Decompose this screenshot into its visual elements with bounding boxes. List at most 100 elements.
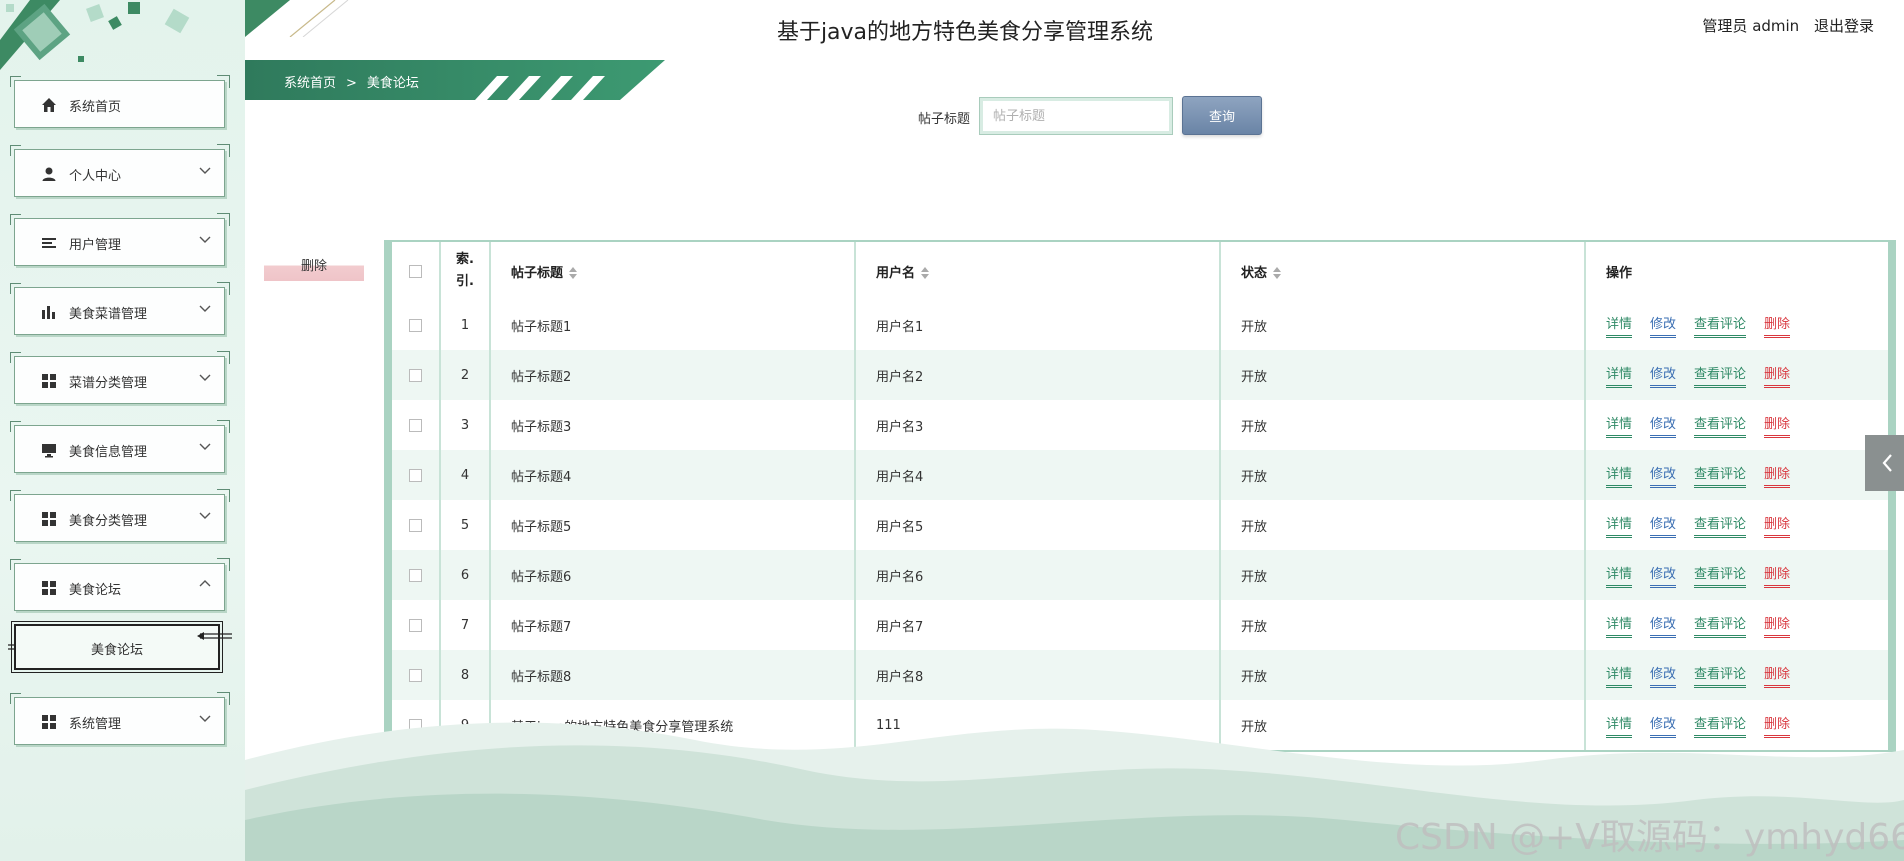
- row-status: 开放: [1220, 350, 1586, 400]
- view-comments-link[interactable]: 查看评论: [1694, 613, 1747, 638]
- sidebar-item-food-info-management[interactable]: 美食信息管理: [10, 420, 230, 473]
- edit-link[interactable]: 修改: [1650, 413, 1677, 438]
- delete-link[interactable]: 删除: [1764, 663, 1791, 688]
- sort-icon[interactable]: [921, 267, 930, 279]
- delete-link[interactable]: 删除: [1764, 313, 1791, 338]
- row-index: 4: [440, 450, 491, 500]
- sidebar-item-system-management[interactable]: 系统管理: [10, 692, 230, 745]
- edit-link[interactable]: 修改: [1650, 563, 1677, 588]
- detail-link[interactable]: 详情: [1606, 413, 1633, 438]
- row-title: 帖子标题8: [490, 650, 856, 700]
- row-username: 用户名7: [855, 600, 1221, 650]
- row-checkbox[interactable]: [409, 418, 422, 432]
- row-select-cell: [392, 450, 441, 500]
- chevron-down-icon: [199, 374, 211, 381]
- detail-link[interactable]: 详情: [1606, 463, 1633, 488]
- row-title: 帖子标题2: [490, 350, 856, 400]
- sidebar-item-home[interactable]: 系统首页: [10, 75, 230, 128]
- sidebar-item-label: 系统首页: [69, 100, 122, 115]
- edit-link[interactable]: 修改: [1650, 463, 1677, 488]
- row-username: 用户名8: [855, 650, 1221, 700]
- select-all-checkbox[interactable]: [409, 264, 422, 278]
- column-header-status[interactable]: 状态: [1220, 242, 1586, 300]
- view-comments-link[interactable]: 查看评论: [1694, 663, 1747, 688]
- delete-link[interactable]: 删除: [1764, 413, 1791, 438]
- table-row: 4 帖子标题4 用户名4 开放 详情 修改 查看评论 删除: [392, 450, 1888, 500]
- arrow-left-icon: [197, 632, 232, 640]
- edit-link[interactable]: 修改: [1650, 613, 1677, 638]
- column-header-username[interactable]: 用户名: [855, 242, 1221, 300]
- row-checkbox[interactable]: [409, 518, 422, 532]
- view-comments-link[interactable]: 查看评论: [1694, 513, 1747, 538]
- row-status: 开放: [1220, 650, 1586, 700]
- detail-link[interactable]: 详情: [1606, 663, 1633, 688]
- edit-link[interactable]: 修改: [1650, 313, 1677, 338]
- row-index: 6: [440, 550, 491, 600]
- row-select-cell: [392, 600, 441, 650]
- edit-link[interactable]: 修改: [1650, 663, 1677, 688]
- sidebar-item-food-forum[interactable]: 美食论坛: [10, 558, 230, 611]
- row-title: 帖子标题3: [490, 400, 856, 450]
- row-status: 开放: [1220, 550, 1586, 600]
- sidebar-item-recipe-category-management[interactable]: 菜谱分类管理: [10, 351, 230, 404]
- sidebar-item-user-management[interactable]: 用户管理: [10, 213, 230, 266]
- row-checkbox[interactable]: [409, 568, 422, 582]
- breadcrumb-home[interactable]: 系统首页: [284, 76, 336, 91]
- edit-link[interactable]: 修改: [1650, 513, 1677, 538]
- view-comments-link[interactable]: 查看评论: [1694, 313, 1747, 338]
- sort-icon[interactable]: [1273, 267, 1282, 279]
- search-button[interactable]: 查询: [1182, 96, 1262, 135]
- delete-link[interactable]: 删除: [1764, 613, 1791, 638]
- row-status: 开放: [1220, 500, 1586, 550]
- detail-link[interactable]: 详情: [1606, 313, 1633, 338]
- sidebar-item-food-category-management[interactable]: 美食分类管理: [10, 489, 230, 542]
- row-checkbox[interactable]: [409, 668, 422, 682]
- row-checkbox[interactable]: [409, 318, 422, 332]
- delete-link[interactable]: 删除: [1764, 563, 1791, 588]
- table-row: 5 帖子标题5 用户名5 开放 详情 修改 查看评论 删除: [392, 500, 1888, 550]
- sidebar-item-label: 美食论坛: [69, 583, 122, 598]
- search-input[interactable]: [979, 97, 1173, 135]
- chevron-left-icon: [1882, 454, 1892, 472]
- delete-link[interactable]: 删除: [1764, 463, 1791, 488]
- row-checkbox[interactable]: [409, 468, 422, 482]
- grid-icon: [42, 374, 56, 388]
- detail-link[interactable]: 详情: [1606, 563, 1633, 588]
- view-comments-link[interactable]: 查看评论: [1694, 463, 1747, 488]
- chevron-down-icon: [199, 715, 211, 722]
- delete-link[interactable]: 删除: [1764, 363, 1791, 388]
- view-comments-link[interactable]: 查看评论: [1694, 563, 1747, 588]
- row-checkbox[interactable]: [409, 618, 422, 632]
- row-checkbox[interactable]: [409, 368, 422, 382]
- row-title: 帖子标题1: [490, 300, 856, 350]
- detail-link[interactable]: 详情: [1606, 513, 1633, 538]
- chevron-down-icon: [199, 305, 211, 312]
- grid-icon: [42, 715, 56, 729]
- row-title: 帖子标题4: [490, 450, 856, 500]
- submenu-item-food-forum[interactable]: 美食论坛: [11, 621, 223, 673]
- detail-link[interactable]: 详情: [1606, 613, 1633, 638]
- column-header-label: 帖子标题: [511, 265, 564, 281]
- logout-link[interactable]: 退出登录: [1814, 17, 1874, 35]
- sort-icon[interactable]: [569, 267, 578, 279]
- view-comments-link[interactable]: 查看评论: [1694, 363, 1747, 388]
- sidebar-item-personal-center[interactable]: 个人中心: [10, 144, 230, 197]
- row-select-cell: [392, 500, 441, 550]
- detail-link[interactable]: 详情: [1606, 363, 1633, 388]
- home-icon: [42, 98, 56, 112]
- column-header-label: 用户名: [876, 265, 916, 281]
- row-username: 用户名6: [855, 550, 1221, 600]
- row-actions: 详情 修改 查看评论 删除: [1585, 600, 1888, 650]
- delete-link[interactable]: 删除: [1764, 513, 1791, 538]
- chevron-down-icon: [199, 443, 211, 450]
- row-actions: 详情 修改 查看评论 删除: [1585, 500, 1888, 550]
- sidebar-item-recipe-management[interactable]: 美食菜谱管理: [10, 282, 230, 335]
- view-comments-link[interactable]: 查看评论: [1694, 413, 1747, 438]
- edit-link[interactable]: 修改: [1650, 363, 1677, 388]
- collapse-tab[interactable]: [1865, 435, 1904, 491]
- chevron-down-icon: [199, 512, 211, 519]
- column-header-title[interactable]: 帖子标题: [490, 242, 856, 300]
- batch-delete-button[interactable]: 删除: [264, 250, 364, 281]
- column-header-label: 状态: [1241, 265, 1268, 281]
- row-status: 开放: [1220, 400, 1586, 450]
